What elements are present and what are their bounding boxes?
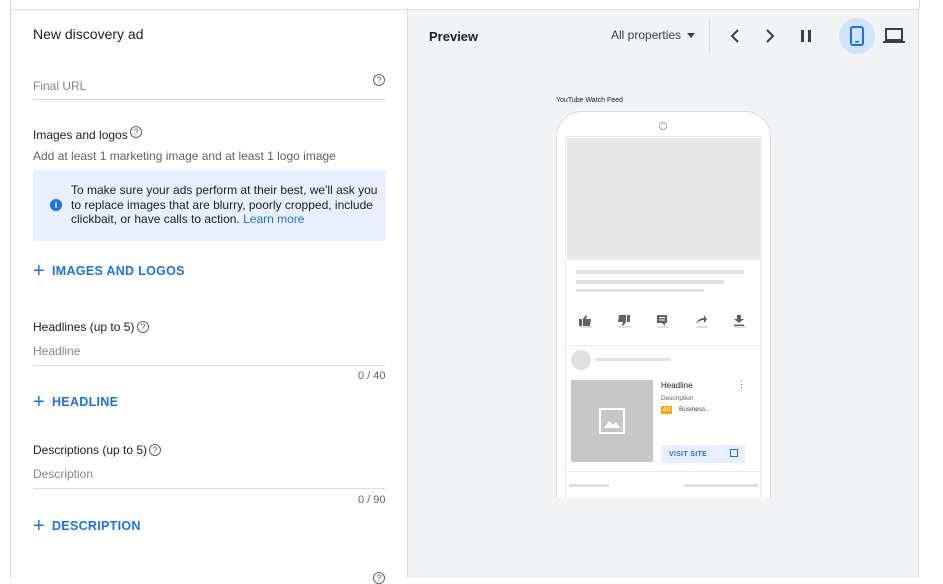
footer-skeleton [684, 484, 758, 487]
ad-headline: Headline [661, 381, 693, 390]
thumbs-up-icon [579, 315, 591, 326]
visit-site-label: VISIT SITE [669, 450, 708, 458]
add-images-logos-button[interactable]: + IMAGES AND LOGOS [33, 260, 185, 282]
top-border [10, 0, 920, 10]
channel-name-skeleton [596, 358, 670, 361]
title-skeleton [576, 270, 744, 274]
question-circle-icon[interactable]: ? [373, 572, 385, 584]
title-skeleton [576, 280, 724, 284]
add-description-button[interactable]: + DESCRIPTION [33, 515, 141, 537]
ad-form-panel: New discovery ad Final URL ? Images and … [10, 10, 408, 584]
properties-select[interactable]: All properties [611, 28, 696, 42]
question-circle-icon[interactable]: ? [137, 321, 149, 333]
phone-mockup: Headline ⋮ Description Ad Business.. VIS… [556, 111, 771, 498]
final-url-input[interactable]: Final URL [33, 79, 86, 93]
notice-text: To make sure your ads perform at their b… [71, 183, 381, 227]
share-arrow-icon [696, 315, 707, 324]
meta-skeleton [576, 289, 704, 292]
chevron-right-icon [766, 29, 775, 43]
images-logos-hint: Add at least 1 marketing image and at le… [33, 149, 336, 163]
pause-button[interactable] [794, 24, 818, 48]
final-url-underline [33, 99, 385, 100]
feed-label: YouTube Watch Feed [556, 97, 623, 104]
ad-business-name: Business.. [679, 406, 709, 413]
open-in-new-icon [730, 449, 738, 457]
add-headline-button[interactable]: + HEADLINE [33, 391, 119, 413]
question-circle-icon[interactable]: ? [149, 444, 161, 456]
thumbs-down-icon [618, 315, 630, 326]
download-label-skeleton [734, 326, 746, 328]
dislike-count-skeleton [619, 326, 631, 328]
form-title: New discovery ad [33, 26, 144, 42]
mobile-view-button[interactable] [839, 18, 875, 54]
plus-icon: + [33, 515, 45, 537]
descriptions-label: Descriptions (up to 5) [33, 443, 148, 457]
channel-avatar [571, 350, 591, 370]
comment-action [656, 313, 670, 329]
caret-down-icon [687, 32, 696, 38]
preview-panel: Preview All properties YouTube Watch Fee… [408, 10, 919, 578]
headline-input[interactable]: Headline [33, 344, 80, 358]
notice-body: To make sure your ads perform at their b… [71, 183, 378, 226]
prev-preview-button[interactable] [723, 24, 747, 48]
camera-icon [659, 122, 667, 130]
question-circle-icon[interactable]: ? [373, 74, 385, 86]
laptop-icon [883, 28, 905, 43]
ad-description: Description [661, 395, 694, 402]
download-icon [734, 315, 744, 326]
video-placeholder [567, 138, 760, 260]
image-icon [599, 408, 625, 434]
chevron-left-icon [730, 29, 739, 43]
divider [566, 471, 760, 472]
phone-screen: Headline ⋮ Description Ad Business.. VIS… [565, 136, 761, 498]
preview-title: Preview [429, 29, 479, 44]
download-action [733, 313, 747, 329]
ad-badge: Ad [661, 406, 673, 414]
dislike-action [618, 313, 632, 329]
headlines-label: Headlines (up to 5) [33, 320, 135, 334]
add-headline-label: HEADLINE [51, 395, 119, 409]
share-action [695, 313, 709, 329]
comment-count-skeleton [657, 326, 669, 328]
description-char-counter: 0 / 90 [358, 494, 386, 506]
headline-underline [33, 365, 385, 366]
add-images-logos-label: IMAGES AND LOGOS [51, 264, 185, 278]
next-preview-button[interactable] [758, 24, 782, 48]
add-description-label: DESCRIPTION [51, 519, 141, 533]
comment-icon [657, 315, 667, 326]
like-count-skeleton [580, 326, 592, 328]
smartphone-icon [850, 26, 864, 46]
info-icon: i [50, 199, 62, 211]
image-quality-notice: i To make sure your ads perform at their… [33, 170, 386, 241]
visit-site-button[interactable]: VISIT SITE [661, 445, 745, 463]
like-action [579, 313, 593, 329]
toolbar-divider [709, 18, 710, 54]
properties-select-value: All properties [611, 28, 682, 42]
more-vert-icon[interactable]: ⋮ [737, 379, 746, 390]
description-underline [33, 488, 385, 489]
footer-skeleton [569, 484, 609, 487]
learn-more-link[interactable]: Learn more [243, 212, 304, 226]
images-logos-label: Images and logos [33, 128, 128, 142]
description-input[interactable]: Description [33, 467, 93, 481]
headline-char-counter: 0 / 40 [358, 370, 386, 382]
plus-icon: + [33, 260, 45, 282]
question-circle-icon[interactable]: ? [130, 126, 142, 138]
pause-icon [801, 30, 811, 42]
share-label-skeleton [696, 326, 708, 328]
desktop-view-button[interactable] [882, 24, 906, 48]
plus-icon: + [33, 391, 45, 413]
divider [566, 345, 760, 346]
ad-image-placeholder [571, 380, 653, 462]
